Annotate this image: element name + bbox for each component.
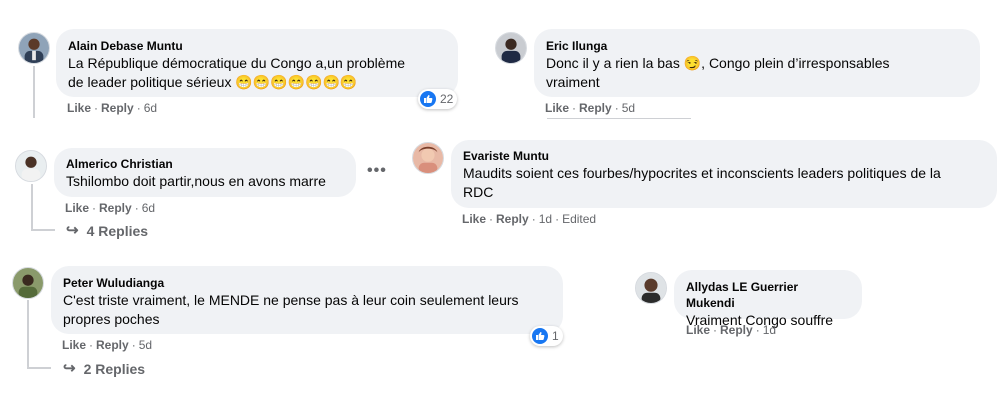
comment-text-line: La République démocratique du Congo a,un…: [68, 55, 406, 71]
reply-button[interactable]: Reply: [101, 101, 134, 115]
avatar[interactable]: [495, 32, 527, 64]
comment-time[interactable]: 1d: [763, 323, 776, 337]
comment-actions: Like · Reply · 6d: [65, 201, 156, 215]
reply-button[interactable]: Reply: [720, 323, 753, 337]
like-button[interactable]: Like: [462, 212, 486, 226]
comment-author[interactable]: Almerico Christian: [66, 156, 344, 172]
comment-bubble: Allydas LE Guerrier Mukendi Vraiment Con…: [674, 270, 862, 328]
comment-text-line: RDC: [463, 184, 494, 200]
comment-text-line: propres poches: [63, 311, 160, 327]
like-button[interactable]: Like: [62, 338, 86, 352]
thread-line: [27, 300, 29, 368]
thread-line: [31, 184, 33, 230]
comment-time[interactable]: 5d: [622, 101, 635, 115]
comment-time[interactable]: 6d: [144, 101, 157, 115]
reply-button[interactable]: Reply: [579, 101, 612, 115]
comment-time[interactable]: 5d: [139, 338, 152, 352]
thread-line: [33, 66, 35, 118]
avatar[interactable]: [635, 272, 667, 304]
like-button[interactable]: Like: [686, 323, 710, 337]
like-button[interactable]: Like: [65, 201, 89, 215]
like-button[interactable]: Like: [67, 101, 91, 115]
reply-button[interactable]: Reply: [96, 338, 129, 352]
comment-text-line: Donc il y a rien la bas 😏, Congo plein d…: [546, 55, 890, 71]
edited-label[interactable]: Edited: [562, 212, 596, 226]
comment-text-line: vraiment: [546, 74, 600, 90]
thread-line: [31, 229, 55, 231]
reply-button[interactable]: Reply: [99, 201, 132, 215]
comment-text-line: de leader politique sérieux 😁😁😁😁😁😁😁: [68, 74, 358, 90]
comment-author[interactable]: Eric Ilunga: [546, 38, 968, 54]
thread-line: [27, 367, 51, 369]
comment-bubble: Almerico Christian Tshilombo doit partir…: [54, 148, 356, 197]
avatar[interactable]: [15, 150, 47, 182]
thread-line: [547, 118, 691, 119]
comment-time[interactable]: 6d: [142, 201, 155, 215]
comment-author[interactable]: Alain Debase Muntu: [68, 38, 446, 54]
comment-author[interactable]: Evariste Muntu: [463, 148, 985, 164]
comment-actions: Like · Reply · 1d: [686, 323, 777, 337]
view-replies-button[interactable]: ↪ 4 Replies: [66, 222, 148, 240]
reaction-count: 22: [440, 92, 454, 106]
comment-time[interactable]: 1d: [539, 212, 552, 226]
comment-bubble: Eric Ilunga Donc il y a rien la bas 😏, C…: [534, 29, 980, 97]
replies-label: 4 Replies: [86, 223, 149, 239]
reply-button[interactable]: Reply: [496, 212, 529, 226]
comment-actions: Like · Reply · 1d · Edited: [462, 212, 597, 226]
comment-bubble: Peter Wuludianga C'est triste vraiment, …: [51, 266, 563, 334]
comment-actions: Like · Reply · 6d: [67, 101, 158, 115]
avatar[interactable]: [412, 142, 444, 174]
reaction-count: 1: [552, 329, 559, 343]
like-button[interactable]: Like: [545, 101, 569, 115]
reaction-summary[interactable]: 22: [418, 89, 458, 109]
comment-text-line: Maudits soient ces fourbes/hypocrites et…: [463, 165, 941, 181]
like-icon: [532, 328, 548, 344]
comment-author[interactable]: Peter Wuludianga: [63, 275, 551, 291]
comment-actions: Like · Reply · 5d: [545, 101, 636, 115]
avatar[interactable]: [12, 267, 44, 299]
replies-label: 2 Replies: [83, 361, 146, 377]
comment-bubble: Evariste Muntu Maudits soient ces fourbe…: [451, 140, 997, 208]
ellipsis-icon[interactable]: •••: [367, 162, 387, 180]
reaction-summary[interactable]: 1: [530, 326, 563, 346]
reply-arrow-icon: ↪: [66, 222, 79, 239]
comment-author[interactable]: Allydas LE Guerrier Mukendi: [686, 279, 850, 311]
comment-text-line: C'est triste vraiment, le MENDE ne pense…: [63, 292, 519, 308]
comment-text-line: Tshilombo doit partir,nous en avons marr…: [66, 173, 326, 189]
comment-bubble: Alain Debase Muntu La République démocra…: [56, 29, 458, 97]
reply-arrow-icon: ↪: [63, 360, 76, 377]
like-icon: [420, 91, 436, 107]
view-replies-button[interactable]: ↪ 2 Replies: [63, 360, 145, 378]
avatar[interactable]: [18, 32, 50, 64]
comment-actions: Like · Reply · 5d: [62, 338, 153, 352]
